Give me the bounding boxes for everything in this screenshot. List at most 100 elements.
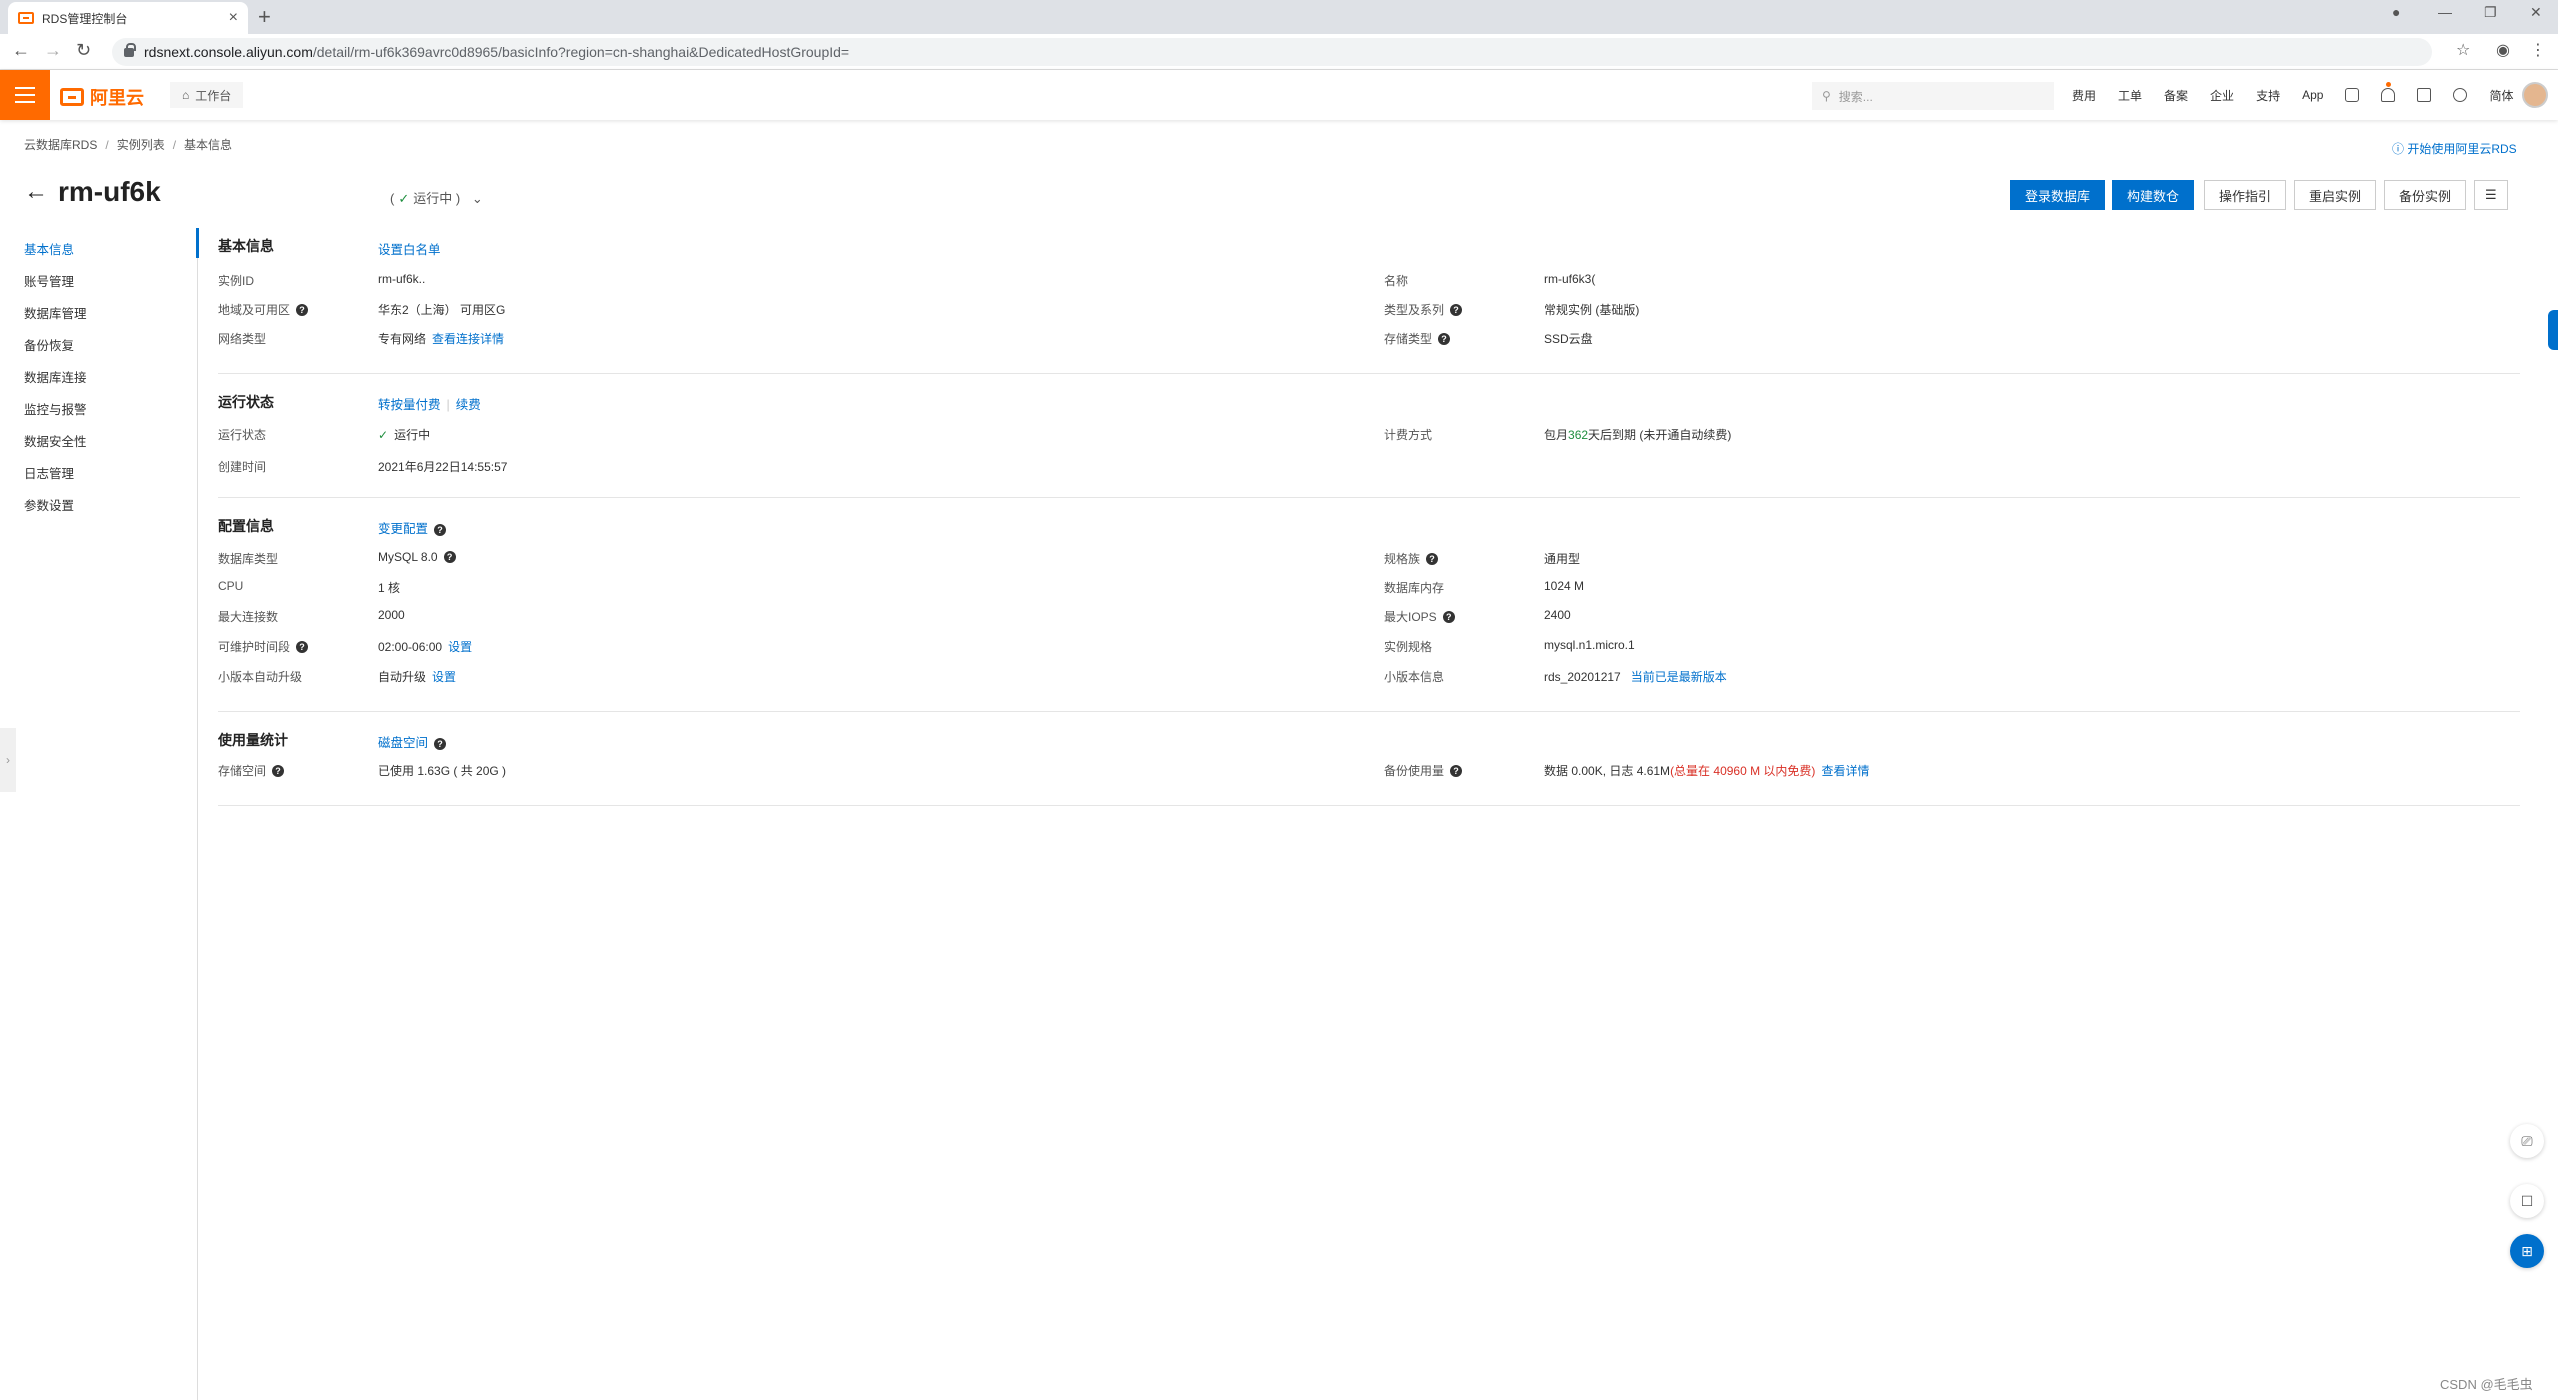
question-icon[interactable]: ? [434,738,447,750]
profile-icon[interactable]: ● [2392,4,2400,20]
bell-icon[interactable] [2381,88,2396,102]
close-tab-icon[interactable]: × [229,9,238,27]
back-icon[interactable]: ← [12,40,30,61]
change-config-link[interactable]: 变更配置 [378,522,428,536]
more-menu-icon[interactable]: ⋮ [2530,40,2546,60]
sidebar-item-basic-info[interactable]: 基本信息 [24,234,194,266]
question-icon[interactable]: ? [1438,332,1451,345]
back-arrow-icon[interactable]: ← [24,178,48,206]
maxconn-label: 最大连接数 [218,610,279,624]
topnav-link-record[interactable]: 备案 [2164,87,2188,104]
chat-icon[interactable]: ☐ [2510,1184,2544,1218]
help-link[interactable]: ⓘ 开始使用阿里云RDS [2392,140,2517,157]
topnav-link-support[interactable]: 支持 [2256,87,2280,104]
topnav-link-app[interactable]: App [2302,88,2323,102]
status-dropdown[interactable]: (✓ 运行中 ) ⌄ [390,188,483,207]
aliyun-favicon-icon [18,12,34,24]
question-icon[interactable]: ? [1450,764,1463,777]
storage-type-value: SSD云盘 [1544,332,1593,346]
storage-space-label: 存储空间 [218,764,267,778]
question-circle-icon: ⓘ [2392,142,2408,156]
bookmark-star-icon[interactable]: ☆ [2456,40,2470,60]
running-links: 转按量付费 | 续费 [378,398,481,412]
cart-icon[interactable] [2417,88,2432,102]
build-warehouse-button[interactable]: 构建数仓 [2112,180,2195,210]
avatar[interactable] [2522,82,2548,108]
cpu-value: 1 核 [378,581,401,595]
status-text: 运行中 [413,191,453,206]
question-icon[interactable]: ? [296,640,309,653]
disk-space-link[interactable]: 磁盘空间 [378,736,428,750]
created-value: 2021年6月22日14:55:57 [378,460,508,474]
page-title: ← rm-uf6k [24,176,161,208]
renew-link[interactable]: 续费 [456,398,481,412]
sidebar-item-accounts[interactable]: 账号管理 [24,266,194,298]
topnav-link-fee[interactable]: 费用 [2072,87,2096,104]
minimize-icon[interactable]: — [2438,4,2452,20]
latest-version-link[interactable]: 当前已是最新版本 [1631,668,1727,685]
question-icon[interactable]: ? [1450,303,1463,316]
config-links: 变更配置? [378,518,447,537]
sidebar-item-databases[interactable]: 数据库管理 [24,298,194,330]
status-label: 运行状态 [218,428,267,442]
sidebar-item-security[interactable]: 数据安全性 [24,426,194,458]
instance-sidebar: 基本信息 账号管理 数据库管理 备份恢复 数据库连接 监控与报警 数据安全性 日… [24,234,194,522]
question-icon[interactable]: ? [443,551,456,563]
hamburger-menu-icon[interactable] [0,70,50,120]
question-icon[interactable]: ? [272,764,285,777]
breadcrumb: 云数据库RDS / 实例列表 / 基本信息 [24,138,233,152]
question-icon[interactable]: ? [434,524,447,536]
reload-icon[interactable]: ↻ [76,40,91,61]
sidebar-item-logs[interactable]: 日志管理 [24,458,194,490]
cpu-label: CPU [218,579,244,593]
terminal-icon[interactable] [2345,88,2360,102]
section-title-basic: 基本信息 [218,238,274,254]
apps-grid-icon[interactable]: ⊞ [2510,1234,2544,1268]
breadcrumb-instances[interactable]: 实例列表 [117,138,165,152]
list-menu-icon[interactable]: ☰ [2474,180,2508,210]
question-icon[interactable]: ? [1442,610,1455,623]
language-switch[interactable]: 简体 [2489,87,2513,104]
aliyun-logo[interactable]: 阿里云 [60,84,144,110]
account-icon[interactable]: ◉ [2496,40,2510,60]
maintenance-set-link[interactable]: 设置 [448,638,472,655]
auto-upgrade-set-link[interactable]: 设置 [432,668,456,685]
close-window-icon[interactable]: ✕ [2530,4,2542,21]
new-tab-icon[interactable]: + [258,4,271,30]
backup-details-link[interactable]: 查看详情 [1821,762,1869,779]
sidebar-item-params[interactable]: 参数设置 [24,490,194,522]
network-value: 专有网络 [378,332,427,346]
url-host: rdsnext.console.aliyun.com [144,44,313,60]
sidebar-item-monitoring[interactable]: 监控与报警 [24,394,194,426]
restore-icon[interactable]: ❐ [2484,4,2497,21]
backup-button[interactable]: 备份实例 [2384,180,2467,210]
topnav-link-enterprise[interactable]: 企业 [2210,87,2234,104]
sidebar-item-connection[interactable]: 数据库连接 [24,362,194,394]
search-icon: ⚲ [1822,89,1831,103]
left-expand-handle[interactable]: › [0,728,16,792]
lock-icon [124,42,136,57]
feedback-icon[interactable]: ⎚ [2510,1124,2544,1158]
breadcrumb-rds[interactable]: 云数据库RDS [24,138,97,152]
browser-tab[interactable]: RDS管理控制台 × [8,2,248,34]
pay-as-you-go-link[interactable]: 转按量付费 [378,398,441,412]
workspace-button[interactable]: ⌂ 工作台 [170,82,244,108]
guide-button[interactable]: 操作指引 [2204,180,2287,210]
sidebar-item-backup[interactable]: 备份恢复 [24,330,194,362]
question-icon[interactable]: ? [296,303,309,316]
maintenance-value: 02:00-06:00 [378,639,443,654]
question-icon[interactable]: ? [1426,552,1439,565]
search-input[interactable]: ⚲ 搜索... [1812,82,2054,110]
db-type-label: 数据库类型 [218,552,279,566]
url-input[interactable]: rdsnext.console.aliyun.com/detail/rm-uf6… [112,38,2432,66]
whitelist-link[interactable]: 设置白名单 [378,239,441,258]
right-edge-tab[interactable] [2548,310,2558,350]
auto-upgrade-label: 小版本自动升级 [218,670,303,684]
forward-icon[interactable]: → [44,40,62,61]
type-value: 常规实例 (基础版) [1544,303,1640,317]
topnav-link-ticket[interactable]: 工单 [2118,87,2142,104]
connection-details-link[interactable]: 查看连接详情 [432,330,504,347]
login-db-button[interactable]: 登录数据库 [2010,180,2106,210]
restart-button[interactable]: 重启实例 [2294,180,2377,210]
help-icon[interactable] [2453,88,2468,102]
